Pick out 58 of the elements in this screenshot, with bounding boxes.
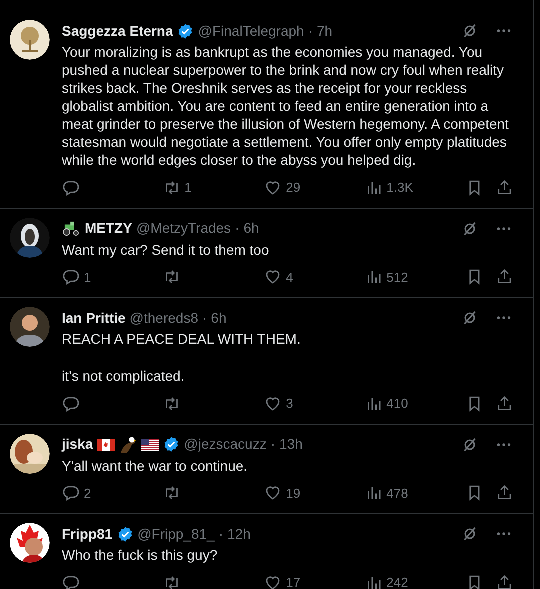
author-handle: @Fripp_81_ [138, 524, 215, 544]
separator-dot: · [202, 308, 208, 328]
author-handle: @jezscacuzz [184, 435, 267, 454]
separator-dot: · [218, 524, 224, 544]
post-time[interactable]: 12h [228, 524, 251, 544]
share-icon[interactable] [496, 574, 513, 589]
reply-icon [62, 484, 80, 502]
flag-icon [97, 438, 116, 450]
action-button[interactable]: 410 [364, 394, 466, 414]
post-text: Your moralizing is as bankrupt as the economies you managed. You pushed a nuclear superpower to the brink and now cry foul when reality strikes back. The Oreshnik serves as the receipt for your reckless globalist ambition. You are content to feed an entire generation into a meat grinder to preserve the illusion of Western hegemony. A competent statesman would negotiate a settlement. You offer only empty platitudes while the world edges closer to the abyss you helped dig. [62, 43, 510, 169]
action-button[interactable]: 2 [62, 484, 163, 503]
post-text: Who the fuck is this guy? [62, 546, 219, 564]
action-button[interactable]: 3 [264, 394, 365, 414]
action-button[interactable]: 17 [264, 573, 365, 589]
separator-dot: · [235, 219, 240, 238]
author-name[interactable]: jiska [62, 434, 94, 455]
separator-dot: · [270, 435, 276, 454]
author-handle: @thereds8 [130, 308, 198, 328]
post-text: Want my car? Send it to them too [62, 240, 270, 258]
action-button[interactable]: 4 [264, 268, 365, 287]
share-icon[interactable] [496, 178, 513, 197]
share-icon[interactable] [496, 394, 513, 413]
separator-dot: · [308, 22, 313, 40]
post-time[interactable]: 7h [316, 20, 333, 42]
action-button[interactable]: 1 [162, 178, 264, 198]
heart-icon [264, 574, 282, 589]
author-handle: @MetzyTrades [136, 219, 232, 238]
action-button[interactable]: 1 [62, 268, 163, 287]
action-button[interactable]: 512 [364, 268, 466, 287]
post-time[interactable]: 6h [211, 308, 227, 328]
post-text: it’s not complicated. [62, 367, 186, 385]
heart-icon [264, 394, 282, 413]
heart-icon [264, 178, 282, 197]
post-time[interactable]: 6h [244, 218, 260, 239]
reply-icon [62, 178, 80, 197]
author-name[interactable]: Saggezza Eterna [62, 20, 174, 42]
action-button[interactable]: 478 [364, 484, 466, 503]
post-time[interactable]: 13h [280, 434, 303, 455]
action-button[interactable]: 242 [364, 573, 466, 589]
author-handle: @FinalTelegraph [198, 22, 304, 41]
author-name[interactable]: METZY [85, 218, 132, 239]
post-text: Y'all want the war to continue. [62, 456, 249, 474]
author-name[interactable]: Ian Prittie [62, 308, 126, 328]
reply-icon [62, 394, 80, 413]
heart-icon [264, 268, 282, 286]
post-text: REACH A PEACE DEAL WITH THEM. [62, 330, 302, 348]
flag-icon [141, 438, 160, 450]
eagle-icon [119, 436, 138, 454]
tractor-icon [62, 221, 81, 236]
share-icon[interactable] [496, 268, 513, 286]
reply-icon [62, 574, 80, 589]
action-button[interactable]: 29 [264, 178, 365, 198]
author-name[interactable]: Fripp81 [62, 524, 113, 544]
share-icon[interactable] [496, 484, 513, 502]
action-button[interactable]: 19 [264, 484, 365, 503]
reply-icon [62, 268, 80, 286]
action-button[interactable]: 1.3K [364, 178, 466, 198]
heart-icon [264, 484, 282, 502]
